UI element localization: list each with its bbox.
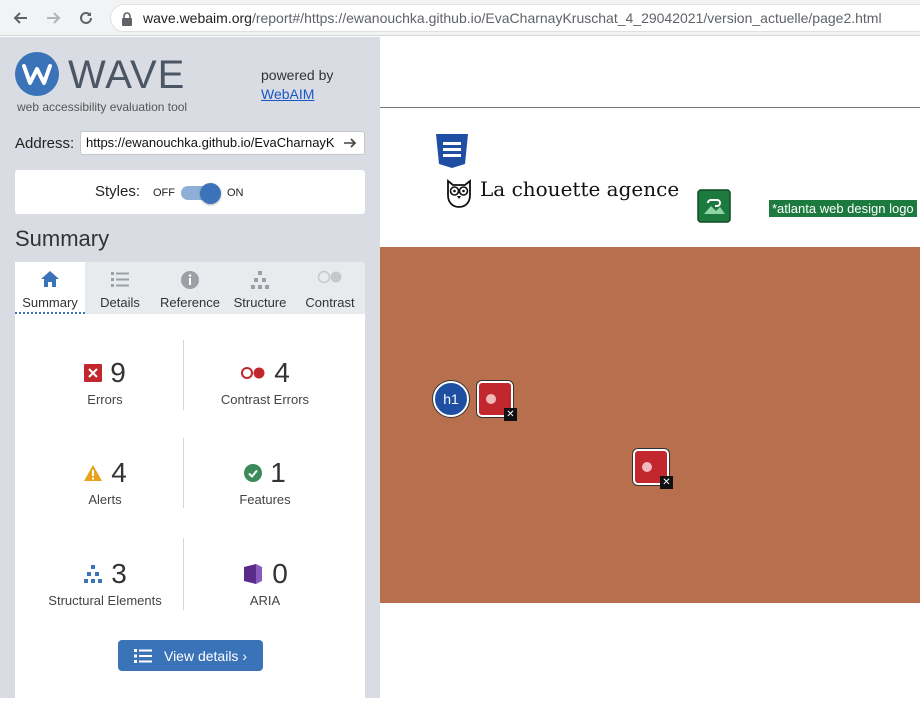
contrast-icon: [317, 270, 342, 284]
stat-label: Contrast Errors: [220, 392, 310, 407]
alert-icon: [84, 465, 103, 481]
report-tabs: Summary Details Reference Structure Cont…: [15, 262, 365, 314]
feature-count: 1: [270, 457, 286, 488]
summary-heading: Summary: [15, 226, 110, 251]
contrast-error-badge[interactable]: ✕: [633, 449, 673, 489]
url-domain: wave.webaim.org: [143, 10, 252, 26]
url-text: wave.webaim.org/report#/https://ewanouch…: [143, 10, 882, 26]
webaim-link[interactable]: WebAIM: [261, 86, 314, 102]
tab-label: Summary: [22, 295, 78, 310]
aria-count: 0: [272, 558, 288, 589]
stat-label: ARIA: [249, 593, 281, 608]
powered-by-label: powered by: [261, 67, 334, 83]
tab-label: Structure: [233, 295, 287, 310]
contrast-error-dot: [642, 462, 652, 472]
contrast-error-count: 4: [274, 357, 290, 388]
address-bar[interactable]: wave.webaim.org/report#/https://ewanouch…: [110, 4, 920, 32]
wave-tagline: web accessibility evaluation tool: [17, 100, 188, 114]
list-icon: [111, 272, 129, 287]
close-icon: ✕: [504, 408, 517, 421]
divider: [380, 107, 920, 108]
stat-label: Errors: [87, 392, 123, 407]
close-icon: ✕: [660, 476, 673, 489]
stat-contrast-errors[interactable]: 4 Contrast Errors: [181, 356, 349, 407]
error-count: 9: [110, 357, 126, 388]
tab-summary[interactable]: Summary: [15, 262, 85, 314]
lock-icon: [122, 12, 132, 26]
info-icon: [181, 271, 199, 289]
brand-name: La chouette agence: [480, 177, 680, 201]
summary-panel: Summary Details Reference Structure Cont…: [15, 262, 365, 722]
back-button[interactable]: [10, 7, 32, 29]
stat-aria[interactable]: 0 ARIA: [181, 557, 349, 608]
forward-arrow-icon: [47, 12, 61, 24]
structure-icon: [84, 565, 103, 583]
tab-structure[interactable]: Structure: [225, 262, 295, 314]
wave-logo-text: WAVE: [68, 53, 186, 97]
tab-label: Reference: [160, 295, 220, 310]
tab-details[interactable]: Details: [85, 262, 155, 314]
wave-sidebar: WAVE web accessibility evaluation tool p…: [0, 37, 380, 722]
alert-count: 4: [111, 457, 127, 488]
styles-label: Styles:: [95, 183, 141, 200]
stat-alerts[interactable]: 4 Alerts: [21, 456, 189, 507]
home-icon: [41, 271, 59, 287]
css-icon[interactable]: [434, 133, 470, 169]
tab-reference[interactable]: Reference: [155, 262, 225, 314]
styles-on-label: ON: [227, 187, 244, 199]
linked-image-icon[interactable]: [697, 189, 731, 223]
back-arrow-icon: [13, 12, 27, 24]
error-icon: [84, 364, 103, 382]
list-icon: [133, 648, 152, 663]
aria-icon: [244, 564, 263, 584]
stat-label: Structural Elements: [48, 593, 162, 608]
h1-badge[interactable]: h1: [433, 381, 469, 417]
alt-text-tag: *atlanta web design logo: [769, 200, 917, 217]
stat-features[interactable]: 1 Features: [181, 456, 349, 507]
owl-logo-icon: [447, 179, 471, 208]
stat-label: Features: [239, 492, 291, 507]
feature-icon: [244, 464, 263, 482]
address-label: Address:: [15, 135, 75, 152]
reload-icon: [80, 11, 92, 24]
address-input[interactable]: https://ewanouchka.github.io/EvaCharnayK: [80, 131, 365, 155]
styles-toggle-knob[interactable]: [200, 183, 221, 204]
tab-label: Details: [100, 295, 140, 310]
structure-count: 3: [111, 558, 127, 589]
contrast-error-icon: [241, 367, 265, 379]
contrast-error-dot: [486, 394, 496, 404]
url-path: /report#/https://ewanouchka.github.io/Ev…: [251, 10, 882, 26]
h1-badge-label: h1: [443, 391, 459, 407]
forward-button[interactable]: [42, 7, 64, 29]
structure-icon: [251, 271, 269, 289]
stat-label: Alerts: [88, 492, 122, 507]
view-details-button[interactable]: View details ›: [118, 640, 263, 671]
contrast-error-badge[interactable]: ✕: [477, 381, 517, 421]
stat-structural-elements[interactable]: 3 Structural Elements: [21, 557, 189, 608]
tab-contrast[interactable]: Contrast: [295, 262, 365, 314]
wave-logo-icon: [15, 52, 59, 96]
hero-banner: [380, 247, 920, 603]
go-arrow-icon[interactable]: [343, 136, 357, 150]
stat-errors[interactable]: 9 Errors: [21, 356, 189, 407]
browser-toolbar: wave.webaim.org/report#/https://ewanouch…: [0, 0, 920, 36]
page-preview: La chouette agence *atlanta web design l…: [380, 37, 920, 698]
reload-button[interactable]: [75, 7, 97, 29]
styles-off-label: OFF: [153, 187, 175, 199]
styles-toggle-panel: Styles: OFF ON: [15, 170, 365, 214]
tab-label: Contrast: [305, 295, 355, 310]
view-details-label: View details ›: [163, 647, 247, 664]
